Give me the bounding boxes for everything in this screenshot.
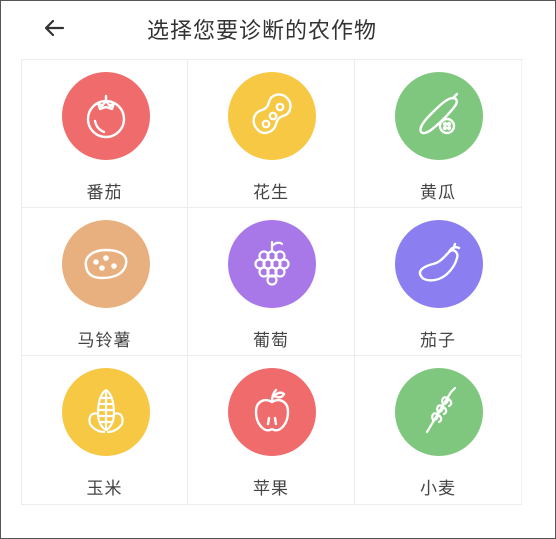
crop-label: 马铃薯 — [77, 331, 132, 351]
crop-label: 花生 — [253, 183, 289, 203]
crop-label: 黄瓜 — [420, 183, 456, 203]
crop-item-tomato[interactable]: 番茄 — [21, 60, 188, 208]
grape-icon — [228, 220, 316, 308]
crop-item-eggplant[interactable]: 茄子 — [355, 208, 522, 356]
crop-item-grape[interactable]: 葡萄 — [188, 208, 355, 356]
apple-icon — [228, 368, 316, 456]
crop-grid: 番茄 花生 黄瓜 马铃薯 葡萄 茄子 玉米 苹果 小麦 — [21, 59, 523, 505]
crop-item-apple[interactable]: 苹果 — [188, 356, 355, 505]
app-screen: 选择您要诊断的农作物 番茄 花生 黄瓜 马铃薯 葡萄 茄子 玉米 苹果 小麦 — [0, 0, 556, 539]
crop-item-potato[interactable]: 马铃薯 — [21, 208, 188, 356]
crop-item-cucumber[interactable]: 黄瓜 — [355, 60, 522, 208]
potato-icon — [62, 220, 150, 308]
tomato-icon — [62, 72, 150, 160]
crop-label: 茄子 — [420, 331, 456, 351]
crop-label: 苹果 — [253, 479, 289, 499]
crop-label: 葡萄 — [253, 331, 289, 351]
wheat-icon — [395, 368, 483, 456]
crop-item-corn[interactable]: 玉米 — [21, 356, 188, 505]
crop-label: 番茄 — [86, 183, 123, 203]
crop-item-peanut[interactable]: 花生 — [188, 60, 355, 208]
crop-label: 小麦 — [420, 479, 456, 499]
peanut-icon — [228, 72, 316, 160]
corn-icon — [62, 368, 150, 456]
page-title: 选择您要诊断的农作物 — [147, 19, 378, 44]
crop-label: 玉米 — [86, 479, 123, 499]
arrow-left-icon — [44, 19, 65, 37]
back-button[interactable] — [39, 13, 71, 43]
eggplant-icon — [395, 220, 483, 308]
header: 选择您要诊断的农作物 — [1, 1, 555, 59]
crop-item-wheat[interactable]: 小麦 — [355, 356, 522, 505]
cucumber-icon — [395, 72, 483, 160]
